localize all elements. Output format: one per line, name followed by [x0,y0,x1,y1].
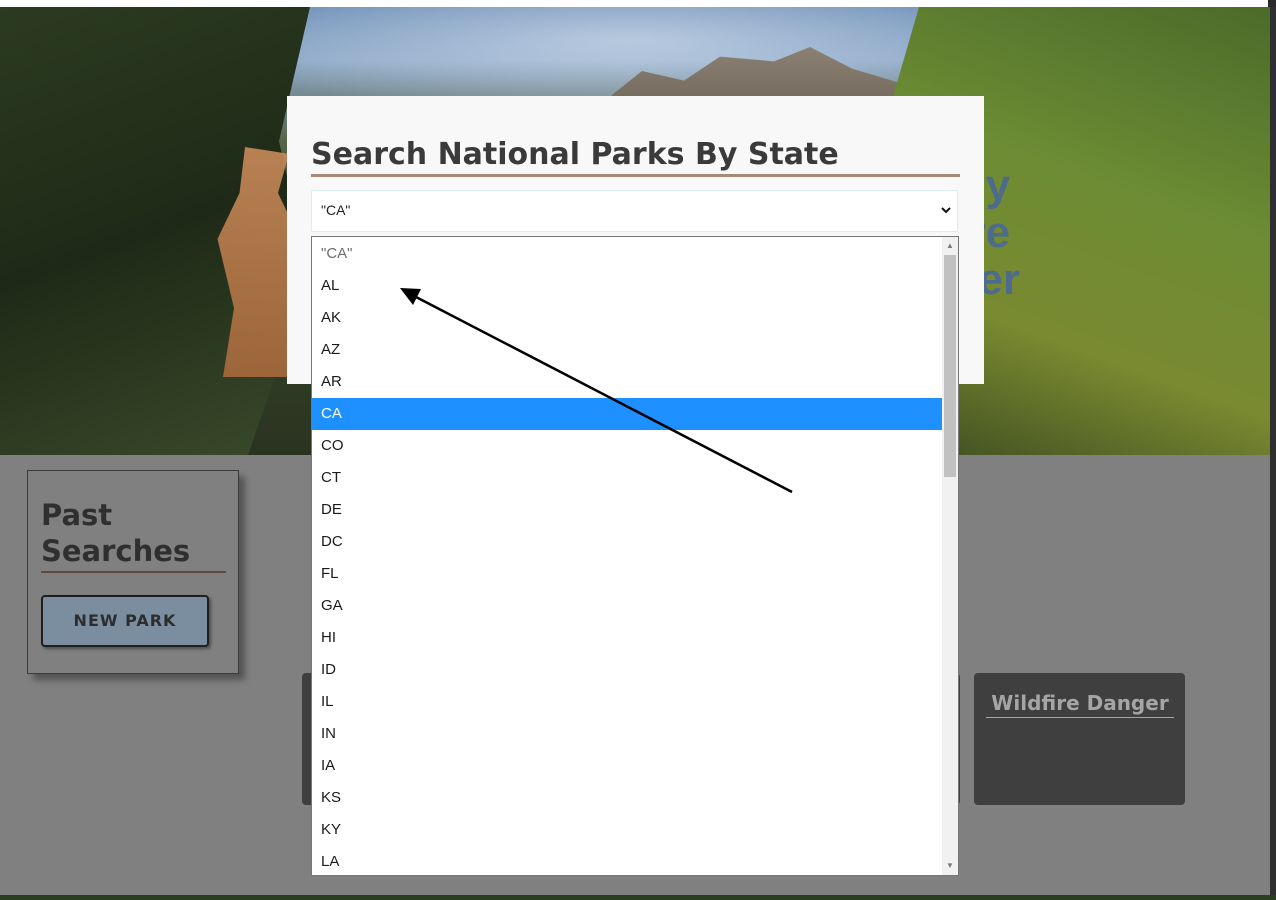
state-option[interactable]: CT [312,462,942,494]
state-options: "CA" AL AK AZ AR CA CO CT DE DC FL GA HI ID IL IN IA KS KY… [312,238,942,875]
state-option[interactable]: HI [312,622,942,654]
state-option[interactable]: AL [312,270,942,302]
scroll-down-arrow-icon[interactable]: ▼ [945,861,955,871]
wildfire-danger-title: Wildfire Danger [986,689,1174,718]
state-option[interactable]: FL [312,558,942,590]
state-option[interactable]: AR [312,366,942,398]
dropdown-scrollbar[interactable]: ▲ ▼ [942,237,958,875]
state-option[interactable]: GA [312,590,942,622]
state-option[interactable]: IL [312,686,942,718]
state-option[interactable]: AZ [312,334,942,366]
state-option[interactable]: CO [312,430,942,462]
state-option[interactable]: DC [312,526,942,558]
chevron-down-icon [941,207,951,214]
state-option[interactable]: AK [312,302,942,334]
top-bar-edge [1268,0,1276,7]
state-option[interactable]: "CA" [312,238,942,270]
state-dropdown-list[interactable]: "CA" AL AK AZ AR CA CO CT DE DC FL GA HI ID IL IN IA KS KY… [311,236,959,876]
modal-title: Search National Parks By State [311,136,960,177]
top-bar [0,0,1276,7]
state-option[interactable]: IN [312,718,942,750]
state-option[interactable]: KY [312,814,942,846]
state-option[interactable]: LA [312,846,942,875]
scrollbar-thumb[interactable] [944,255,956,477]
state-option[interactable]: CA [312,398,942,430]
new-park-button[interactable]: NEW PARK [41,595,209,647]
scroll-up-arrow-icon[interactable]: ▲ [945,241,955,251]
state-select-value: "CA" [321,202,351,218]
right-edge [1270,7,1276,900]
state-option[interactable]: IA [312,750,942,782]
wildfire-danger-card: Wildfire Danger [974,673,1185,805]
past-searches-title: Past Searches [41,497,226,573]
bottom-edge [0,895,1276,900]
state-option[interactable]: ID [312,654,942,686]
state-option[interactable]: KS [312,782,942,814]
state-select[interactable]: "CA" [311,190,958,232]
state-option[interactable]: DE [312,494,942,526]
past-searches-card: Past Searches NEW PARK [27,470,239,674]
